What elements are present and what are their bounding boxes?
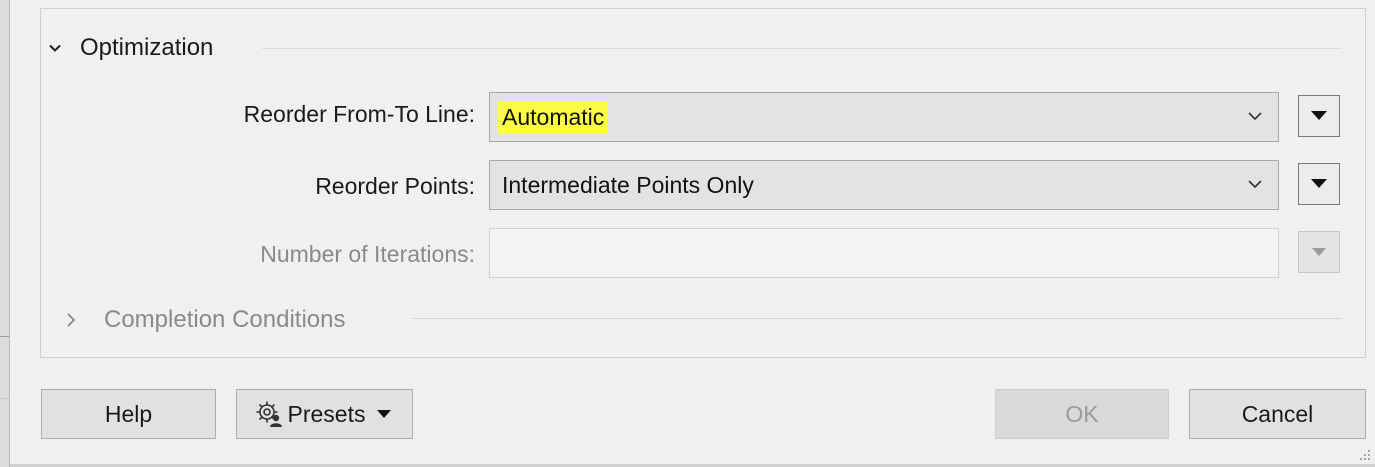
iterations-value [498,250,506,256]
section-divider [262,48,1342,49]
subsection-divider [412,318,1342,319]
section-title: Optimization [80,34,214,61]
reorder-from-to-value: Automatic [498,100,609,134]
reorder-points-select[interactable]: Intermediate Points Only [489,160,1279,210]
triangle-down-icon [1311,179,1327,188]
cancel-button[interactable]: Cancel [1189,389,1366,439]
gear-person-icon [256,401,282,427]
iterations-menu-button[interactable] [1298,231,1340,273]
triangle-down-icon [377,409,392,418]
presets-button[interactable]: Presets [236,389,413,439]
iterations-input[interactable] [489,228,1279,278]
triangle-down-icon [1312,247,1326,256]
presets-label: Presets [287,400,366,427]
reorder-points-label: Reorder Points: [315,173,475,199]
window-edge-left [0,0,9,467]
window-edge-divider [9,0,10,467]
chevron-down-icon [1248,180,1262,189]
resize-grip-icon[interactable] [1359,449,1371,461]
completion-conditions-header[interactable]: Completion Conditions [66,302,354,338]
completion-conditions-title: Completion Conditions [104,306,346,333]
reorder-points-value: Intermediate Points Only [502,171,754,198]
chevron-down-icon [49,44,61,52]
ok-button[interactable]: OK [995,389,1169,439]
reorder-points-menu-button[interactable] [1298,163,1340,205]
dialog: Optimization Reorder From-To Line: Autom… [0,0,1375,467]
window-edge-mark [0,336,9,337]
reorder-from-to-label: Reorder From-To Line: [243,101,475,127]
chevron-right-icon [67,313,76,327]
reorder-from-to-menu-button[interactable] [1298,95,1340,137]
iterations-label: Number of Iterations: [260,241,475,267]
optimization-section-header[interactable]: Optimization [46,30,224,66]
triangle-down-icon [1311,111,1327,120]
chevron-down-icon [1248,112,1262,121]
help-button[interactable]: Help [41,389,216,439]
reorder-from-to-select[interactable]: Automatic [489,92,1279,142]
window-edge-mark [0,398,9,399]
